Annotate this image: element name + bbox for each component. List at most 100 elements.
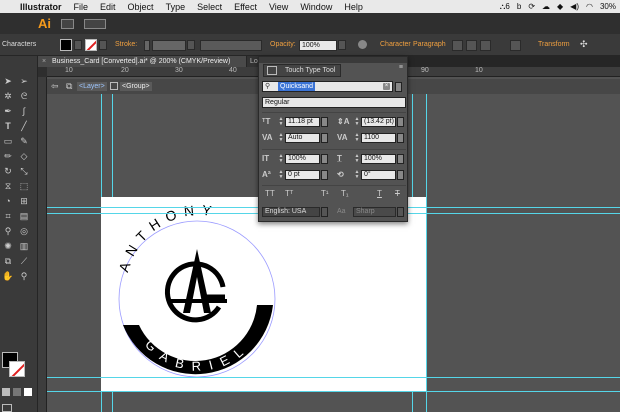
tracking-dropdown[interactable]	[397, 133, 404, 143]
paragraph-link[interactable]: Paragraph	[413, 41, 446, 48]
clear-icon[interactable]: ×	[383, 83, 390, 90]
column-graph-tool-icon[interactable]: ▥	[18, 241, 30, 252]
bridge-button[interactable]	[61, 18, 74, 29]
menu-view[interactable]: View	[269, 2, 288, 12]
gradient-mode-icon[interactable]	[13, 388, 21, 396]
gradient-tool-icon[interactable]: ▤	[18, 211, 30, 222]
pencil-tool-icon[interactable]: ✏	[2, 151, 14, 162]
opacity-link[interactable]: Opacity:	[270, 41, 296, 48]
align-to-selection-icon[interactable]	[510, 40, 521, 51]
transform-link[interactable]: Transform	[538, 41, 570, 48]
draw-normal-icon[interactable]	[2, 404, 12, 412]
artboard[interactable]: ANTHONY GABRIEL	[101, 197, 426, 391]
vertical-scale-dropdown[interactable]	[321, 154, 328, 164]
menu-edit[interactable]: Edit	[100, 2, 116, 12]
rotate-tool-icon[interactable]: ↻	[2, 166, 14, 177]
mesh-tool-icon[interactable]: ⌗	[2, 211, 14, 222]
zoom-tool-icon[interactable]: ⚲	[18, 271, 30, 282]
rotation-field[interactable]: 0°	[361, 170, 396, 180]
symbol-sprayer-tool-icon[interactable]: ✺	[2, 241, 14, 252]
blend-tool-icon[interactable]: ◎	[18, 226, 30, 237]
stroke-link[interactable]: Stroke:	[115, 41, 137, 48]
b-icon[interactable]: b	[517, 2, 521, 11]
fill-swatch[interactable]	[60, 39, 72, 51]
stroke-swatch[interactable]	[85, 39, 97, 51]
direct-selection-tool-icon[interactable]: ➢	[18, 76, 30, 87]
rectangle-tool-icon[interactable]: ▭	[2, 136, 14, 147]
align-left-button[interactable]	[452, 40, 463, 51]
breadcrumb-layer[interactable]: <Layer>	[77, 82, 107, 91]
language-field[interactable]: English: USA	[262, 207, 320, 217]
tracking-field[interactable]: 1100	[361, 133, 396, 143]
variable-width-profile[interactable]	[200, 40, 262, 51]
menu-app-name[interactable]: Illustrator	[20, 2, 62, 12]
arrange-documents-button[interactable]	[84, 18, 106, 29]
close-tab-icon[interactable]: ×	[42, 56, 46, 67]
shape-builder-tool-icon[interactable]: ◔	[2, 196, 14, 207]
lasso-tool-icon[interactable]: ᘓ	[18, 91, 30, 102]
kerning-dropdown[interactable]	[321, 133, 328, 143]
tracking-stepper[interactable]: ▲ ▼	[354, 133, 360, 143]
hand-tool-icon[interactable]: ✋	[2, 271, 14, 282]
menu-effect[interactable]: Effect	[234, 2, 257, 12]
menu-object[interactable]: Object	[128, 2, 154, 12]
business-card-artwork[interactable]: ANTHONY GABRIEL	[101, 197, 426, 391]
vertical-ruler[interactable]	[38, 77, 47, 412]
panel-menu-icon[interactable]: ≡	[399, 64, 403, 71]
ruler-origin[interactable]	[38, 67, 47, 77]
stroke-stepper[interactable]	[144, 40, 150, 51]
sync-icon[interactable]: ⟳	[528, 2, 535, 11]
superscript-button[interactable]: T¹	[321, 189, 329, 198]
recolor-icon[interactable]	[358, 40, 367, 49]
menu-select[interactable]: Select	[197, 2, 222, 12]
color-mode-icon[interactable]	[2, 388, 10, 396]
eraser-tool-icon[interactable]: ◇	[18, 151, 30, 162]
touch-type-tool-button[interactable]: Touch Type Tool	[263, 64, 341, 77]
rotation-stepper[interactable]: ▲ ▼	[354, 170, 360, 180]
kerning-stepper[interactable]: ▲ ▼	[278, 133, 284, 143]
artboard-tool-icon[interactable]: ⧉	[2, 256, 14, 267]
horizontal-scale-dropdown[interactable]	[397, 154, 404, 164]
kerning-field[interactable]: Auto	[285, 133, 320, 143]
menu-type[interactable]: Type	[166, 2, 186, 12]
rotation-dropdown[interactable]	[397, 170, 404, 180]
leading-dropdown[interactable]	[397, 117, 404, 127]
perspective-grid-tool-icon[interactable]: ⊞	[18, 196, 30, 207]
strikethrough-button[interactable]: T	[395, 189, 400, 198]
align-center-button[interactable]	[466, 40, 477, 51]
baseline-shift-field[interactable]: 0 pt	[285, 170, 320, 180]
breadcrumb-group[interactable]: <Group>	[120, 82, 152, 91]
type-tool-icon[interactable]: T	[2, 121, 14, 132]
leading-stepper[interactable]: ▲ ▼	[354, 117, 360, 127]
baseline-shift-stepper[interactable]: ▲ ▼	[278, 170, 284, 180]
font-size-stepper[interactable]: ▲ ▼	[278, 117, 284, 127]
paintbrush-tool-icon[interactable]: ✎	[18, 136, 30, 147]
opacity-field[interactable]: 100%	[299, 40, 337, 51]
line-tool-icon[interactable]: ╱	[18, 121, 30, 132]
horizontal-scale-field[interactable]: 100%	[361, 154, 396, 164]
anti-alias-field[interactable]: Sharp	[353, 207, 396, 217]
align-right-button[interactable]	[480, 40, 491, 51]
cloud-icon[interactable]: ☁	[542, 2, 550, 11]
magic-wand-tool-icon[interactable]: ✲	[2, 91, 14, 102]
panel-header[interactable]	[259, 57, 407, 63]
horizontal-scale-stepper[interactable]: ▲ ▼	[354, 154, 360, 164]
underline-button[interactable]: T	[377, 189, 382, 198]
pen-tool-icon[interactable]: ✒	[2, 106, 14, 117]
language-dropdown[interactable]	[321, 207, 328, 217]
stroke-color-swatch[interactable]	[9, 361, 25, 377]
menu-file[interactable]: File	[74, 2, 89, 12]
adobe-cc-icon[interactable]: ⛬6	[500, 2, 510, 12]
menu-window[interactable]: Window	[300, 2, 332, 12]
free-transform-tool-icon[interactable]: ⬚	[18, 181, 30, 192]
isolate-icon[interactable]: ✣	[580, 39, 588, 50]
baseline-shift-dropdown[interactable]	[321, 170, 328, 180]
back-arrow-icon[interactable]: ⇦	[51, 81, 59, 92]
tab-business-card[interactable]: × Business_Card [Converted].ai* @ 200% (…	[38, 56, 246, 67]
stroke-weight-field[interactable]	[152, 40, 186, 51]
selection-tool-icon[interactable]: ➤	[2, 76, 14, 87]
stroke-weight-dropdown[interactable]	[187, 40, 195, 50]
width-tool-icon[interactable]: ⧖	[2, 181, 14, 192]
vertical-scale-field[interactable]: 100%	[285, 154, 320, 164]
vertical-scale-stepper[interactable]: ▲ ▼	[278, 154, 284, 164]
